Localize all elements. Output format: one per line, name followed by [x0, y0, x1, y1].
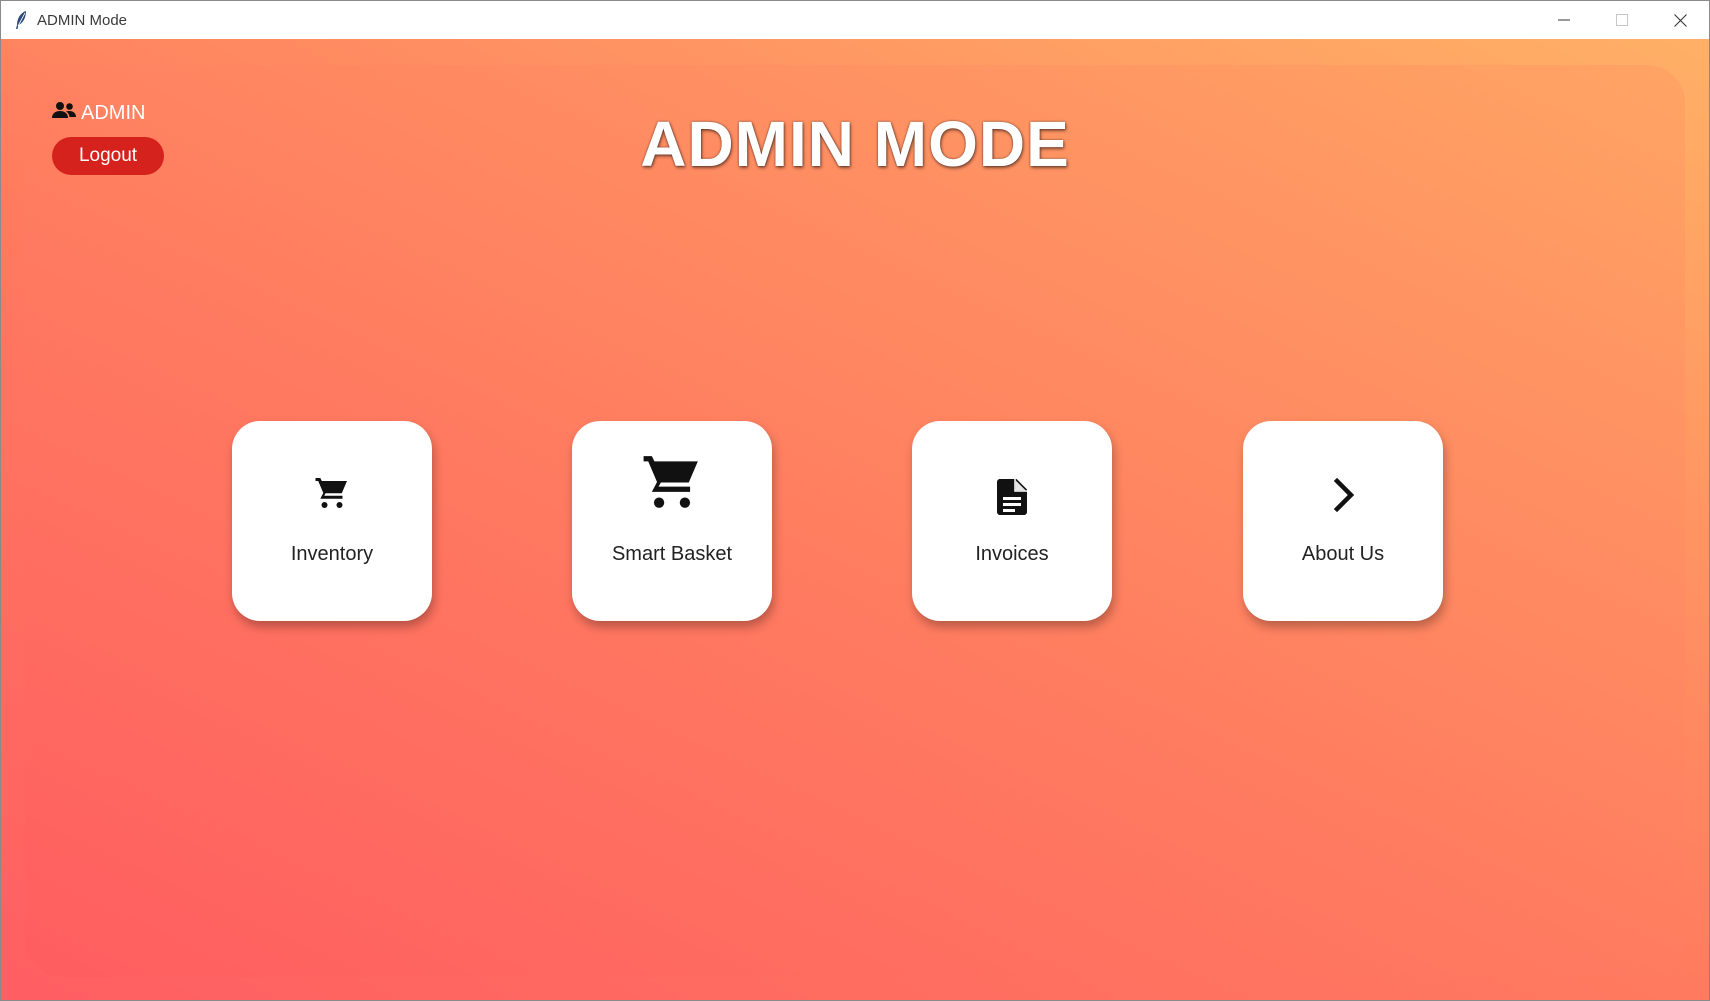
- main-panel: ADMIN Logout ADMIN MODE Inventory Smart …: [25, 65, 1685, 977]
- card-label: Smart Basket: [611, 543, 733, 565]
- window-title: ADMIN Mode: [37, 11, 128, 29]
- title-bar[interactable]: ADMIN Mode: [1, 1, 1709, 39]
- page-title: ADMIN MODE: [640, 108, 1070, 180]
- minimize-button[interactable]: [1535, 1, 1593, 39]
- invoices-card[interactable]: Invoices: [912, 421, 1112, 621]
- maximize-icon: [1616, 14, 1628, 26]
- window-controls: [1535, 1, 1709, 39]
- close-button[interactable]: [1651, 1, 1709, 39]
- client-area: ADMIN Logout ADMIN MODE Inventory Smart …: [1, 39, 1709, 1000]
- card-label: Inventory: [290, 543, 374, 565]
- maximize-button[interactable]: [1593, 1, 1651, 39]
- chevron-right-icon: [1243, 477, 1443, 513]
- smart-basket-card[interactable]: Smart Basket: [572, 421, 772, 621]
- large-cart-icon: [572, 451, 772, 513]
- minimize-icon: [1558, 19, 1570, 21]
- feather-icon: [13, 10, 29, 30]
- document-icon: [912, 479, 1112, 515]
- inventory-card[interactable]: Inventory: [232, 421, 432, 621]
- close-icon: [1673, 13, 1687, 27]
- card-label: About Us: [1301, 543, 1385, 565]
- card-label: Invoices: [975, 543, 1049, 565]
- app-window: ADMIN Mode ADMIN Logout ADMIN MODE Inven…: [0, 0, 1710, 1001]
- cart-icon: [232, 475, 432, 511]
- about-us-card[interactable]: About Us: [1243, 421, 1443, 621]
